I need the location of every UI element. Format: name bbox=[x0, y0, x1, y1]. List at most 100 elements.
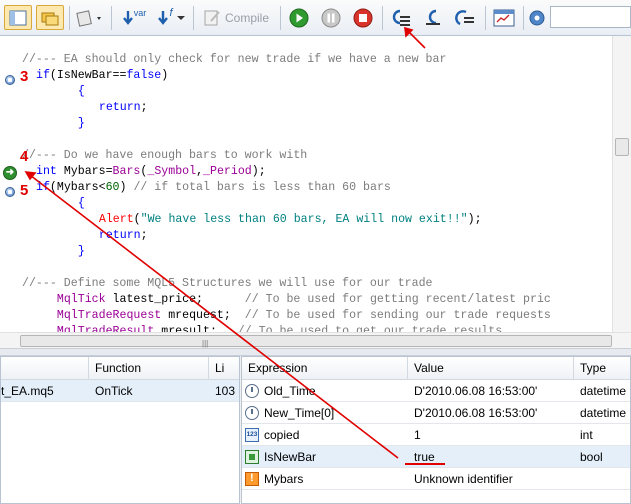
watch-header-expression[interactable]: Expression bbox=[242, 357, 408, 380]
settings-button[interactable] bbox=[526, 5, 548, 30]
code-token: //--- Define some MQL5 Structures we wil… bbox=[22, 277, 433, 290]
callstack-header-file[interactable] bbox=[1, 357, 89, 380]
table-row[interactable]: 123 copied 1 int bbox=[242, 424, 630, 446]
code-token: mrequest; bbox=[161, 309, 245, 322]
window-layout-icon bbox=[9, 10, 27, 25]
code-area[interactable]: //--- EA should only check for new trade… bbox=[0, 36, 612, 332]
watch-value: Unknown identifier bbox=[414, 472, 513, 486]
code-token: Alert bbox=[78, 213, 134, 226]
vertical-scrollbar[interactable] bbox=[612, 36, 631, 332]
code-token: ; bbox=[140, 229, 148, 242]
callstack-header-line[interactable]: Li bbox=[209, 357, 239, 380]
watch-type: datetime bbox=[580, 406, 627, 420]
clock-icon bbox=[245, 406, 259, 420]
toolbar-combo-box[interactable] bbox=[550, 6, 631, 28]
compile-label: Compile bbox=[224, 10, 269, 25]
code-token: ); bbox=[251, 165, 266, 178]
code-line[interactable]: return; bbox=[78, 228, 148, 244]
watch-value: 1 bbox=[414, 428, 421, 442]
code-line[interactable]: } bbox=[64, 244, 85, 260]
table-row[interactable]: t_EA.mq5 OnTick 103 bbox=[1, 380, 239, 402]
code-editor[interactable]: //--- EA should only check for new trade… bbox=[0, 36, 631, 348]
terminal-button[interactable] bbox=[489, 5, 519, 30]
compile-button[interactable]: Compile bbox=[197, 5, 275, 30]
watch-value: D'2010.06.08 16:53:00' bbox=[414, 406, 538, 420]
annotation-5: 5 bbox=[20, 182, 29, 199]
watch-header-value[interactable]: Value bbox=[408, 357, 574, 380]
breakpoint-icon[interactable] bbox=[5, 75, 15, 85]
code-line[interactable]: MqlTick latest_price; // To be used for … bbox=[36, 292, 551, 308]
play-icon bbox=[289, 8, 309, 27]
code-line[interactable]: MqlTradeResult mresult; // To be used to… bbox=[36, 324, 502, 332]
code-token: Mybars= bbox=[56, 165, 113, 178]
watch-expression: New_Time[0] bbox=[264, 406, 335, 420]
start-debugging-button[interactable] bbox=[285, 5, 313, 30]
insert-variable-button[interactable]: var bbox=[117, 5, 151, 30]
watch-expression: copied bbox=[264, 428, 300, 442]
code-token: MqlTradeResult bbox=[36, 325, 155, 332]
callstack-file: t_EA.mq5 bbox=[1, 384, 54, 398]
stop-debugging-button[interactable] bbox=[349, 5, 377, 30]
code-token: // if total bars is less than 60 bars bbox=[133, 181, 391, 194]
code-line[interactable]: //--- EA should only check for new trade… bbox=[22, 52, 446, 68]
code-token: _Period bbox=[203, 165, 252, 178]
step-out-button[interactable] bbox=[450, 5, 480, 30]
code-line[interactable]: if(IsNewBar==false) bbox=[36, 68, 168, 84]
folders-icon bbox=[41, 12, 59, 25]
step-over-icon bbox=[426, 9, 440, 25]
code-token: int bbox=[36, 165, 57, 178]
annotation-4: 4 bbox=[20, 148, 29, 165]
code-token: if bbox=[36, 69, 50, 82]
watch-header-type[interactable]: Type bbox=[574, 357, 630, 380]
call-stack-panel: Function Li t_EA.mq5 OnTick 103 bbox=[0, 356, 240, 504]
code-token: ( bbox=[133, 213, 141, 226]
code-line[interactable]: { bbox=[64, 196, 85, 212]
stop-icon bbox=[353, 8, 373, 27]
navigator-toggle-button[interactable] bbox=[4, 5, 32, 30]
code-token: (IsNewBar== bbox=[49, 69, 127, 82]
watch-expression: Old_Time bbox=[264, 384, 316, 398]
code-token: ) bbox=[161, 69, 169, 82]
code-line[interactable]: return; bbox=[78, 100, 148, 116]
code-token: return bbox=[78, 101, 141, 114]
vertical-scroll-thumb[interactable] bbox=[615, 138, 629, 156]
table-row[interactable]: New_Time[0] D'2010.06.08 16:53:00' datet… bbox=[242, 402, 630, 424]
bool-icon bbox=[245, 450, 259, 464]
compile-icon bbox=[204, 10, 220, 25]
code-token: (Mybars< bbox=[49, 181, 106, 194]
watch-type bbox=[574, 468, 630, 490]
table-row[interactable]: Mybars Unknown identifier bbox=[242, 468, 630, 490]
step-into-button[interactable] bbox=[386, 5, 416, 30]
execution-pointer-icon: ➜ bbox=[3, 166, 17, 180]
panel-splitter[interactable] bbox=[0, 348, 631, 356]
horizontal-scroll-thumb[interactable]: ||| bbox=[20, 335, 612, 348]
code-token: if bbox=[36, 181, 50, 194]
table-row[interactable]: Old_Time D'2010.06.08 16:53:00' datetime bbox=[242, 380, 630, 402]
code-token: return bbox=[78, 229, 141, 242]
code-line[interactable]: //--- Do we have enough bars to work wit… bbox=[22, 148, 307, 164]
toolbox-toggle-button[interactable] bbox=[36, 5, 64, 30]
blue-arrow-icon bbox=[122, 10, 133, 25]
code-token: "We have less than 60 bars, EA will now … bbox=[140, 213, 468, 226]
code-line[interactable]: { bbox=[64, 84, 85, 100]
table-row[interactable] bbox=[242, 490, 630, 503]
code-token: latest_price; bbox=[105, 293, 245, 306]
code-line[interactable]: int Mybars=Bars(_Symbol,_Period); bbox=[36, 164, 266, 180]
watch-panel: Expression Value Type Old_Time D'2010.06… bbox=[241, 356, 631, 504]
code-line[interactable]: Alert("We have less than 60 bars, EA wil… bbox=[78, 212, 482, 228]
code-token: mresult; bbox=[154, 325, 238, 332]
code-line[interactable]: } bbox=[64, 116, 85, 132]
insert-function-button[interactable]: f bbox=[153, 5, 189, 30]
styler-dropdown-button[interactable] bbox=[73, 5, 107, 30]
code-line[interactable]: MqlTradeRequest mrequest; // To be used … bbox=[36, 308, 551, 324]
step-over-button[interactable] bbox=[418, 5, 448, 30]
pause-debugging-button[interactable] bbox=[317, 5, 345, 30]
breakpoint-icon[interactable] bbox=[5, 187, 15, 197]
code-token: // To be used for getting recent/latest … bbox=[244, 293, 551, 306]
code-token: { bbox=[64, 85, 85, 98]
watch-type: int bbox=[580, 428, 593, 442]
horizontal-scrollbar[interactable]: ||| bbox=[0, 332, 631, 348]
code-line[interactable]: //--- Define some MQL5 Structures we wil… bbox=[22, 276, 433, 292]
callstack-header-function[interactable]: Function bbox=[89, 357, 209, 380]
code-line[interactable]: if(Mybars<60) // if total bars is less t… bbox=[36, 180, 391, 196]
